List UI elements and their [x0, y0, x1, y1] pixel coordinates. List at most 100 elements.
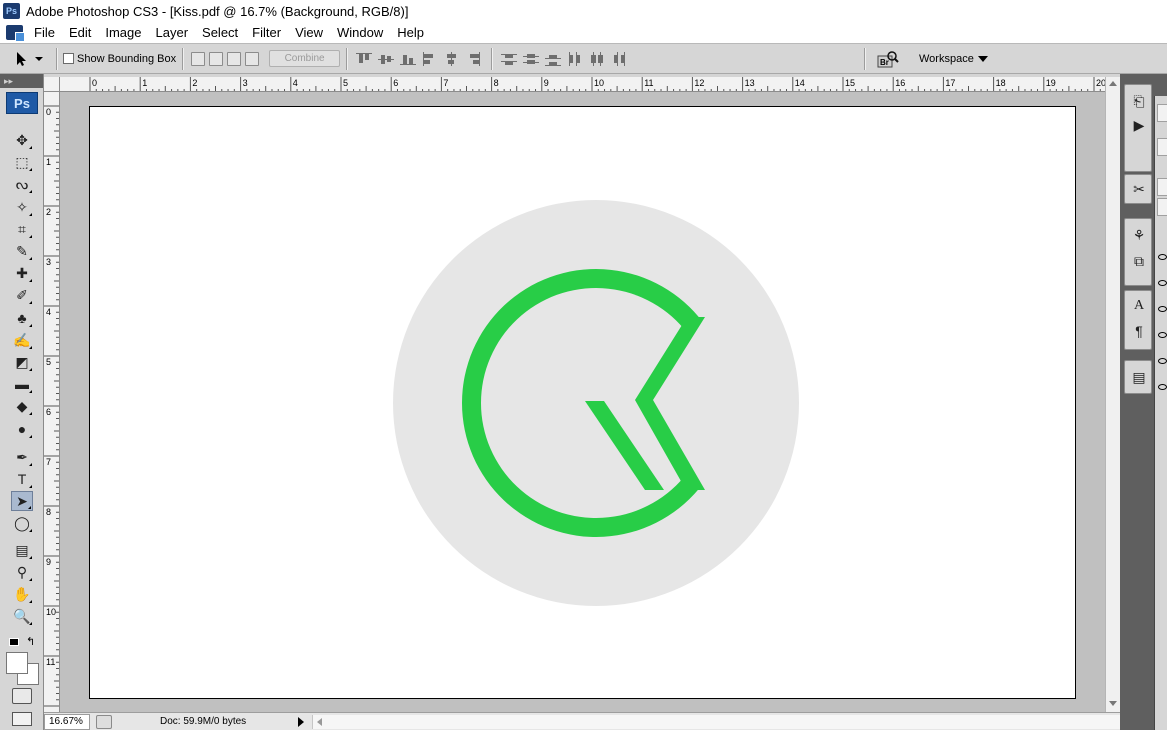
panel-row[interactable]: [1157, 104, 1167, 122]
ruler-origin[interactable]: [44, 77, 60, 92]
paragraph-icon[interactable]: ¶: [1128, 321, 1150, 341]
layer-visibility-eye-icon[interactable]: [1158, 384, 1167, 390]
horizontal-scrollbar[interactable]: [312, 714, 1120, 729]
distribute-top-edges-icon[interactable]: [501, 52, 518, 66]
distribute-horizontal-centers-icon[interactable]: [589, 51, 605, 66]
path-selection-tool-icon[interactable]: ➤: [11, 491, 33, 511]
screen-mode-icon[interactable]: [12, 712, 32, 726]
pen-tool-icon[interactable]: ✒: [11, 447, 33, 467]
move-tool-icon[interactable]: ✥: [11, 130, 33, 150]
ruler-label: 19: [1046, 78, 1056, 88]
canvas-area[interactable]: [60, 92, 1105, 712]
menu-file[interactable]: File: [27, 25, 62, 40]
options-bar: Show Bounding Box Combine Br Workspace: [0, 43, 1167, 74]
lasso-tool-icon[interactable]: ᔓ: [11, 174, 33, 194]
zoom-level-field[interactable]: 16.67%: [44, 713, 90, 730]
layer-comps-icon[interactable]: ⧉: [1128, 251, 1150, 271]
scroll-left-arrow-icon[interactable]: [317, 717, 322, 726]
character-icon[interactable]: A: [1128, 296, 1150, 316]
tool-flyout-indicator: [29, 435, 32, 438]
default-colors-icon[interactable]: [9, 638, 19, 646]
align-top-edges-icon[interactable]: [356, 52, 373, 66]
scroll-down-arrow-icon[interactable]: [1109, 701, 1117, 706]
align-left-edges-icon[interactable]: [422, 51, 438, 66]
subtract-from-shape-area-button[interactable]: [209, 51, 224, 66]
add-to-shape-area-button[interactable]: [191, 51, 206, 66]
ruler-label: 1: [46, 157, 51, 167]
eyedropper-tool-icon[interactable]: ⚲: [11, 562, 33, 582]
marquee-tool-icon[interactable]: ⬚: [11, 152, 33, 172]
layer-visibility-eye-icon[interactable]: [1158, 280, 1167, 286]
healing-brush-tool-icon[interactable]: ✚: [11, 263, 33, 283]
toolbox-grip[interactable]: ▸▸: [0, 74, 43, 88]
distribute-right-edges-icon[interactable]: [611, 51, 627, 66]
align-bottom-edges-icon[interactable]: [400, 52, 417, 66]
document-system-menu-icon[interactable]: [6, 25, 25, 42]
ruler-label: 9: [46, 557, 51, 567]
panel-row[interactable]: [1157, 178, 1167, 196]
distribute-vertical-centers-icon[interactable]: [523, 52, 540, 66]
ellipse-tool-icon[interactable]: ◯: [11, 513, 33, 533]
photoshop-logo[interactable]: Ps: [6, 92, 38, 114]
align-horizontal-centers-icon[interactable]: [444, 51, 460, 66]
layer-visibility-eye-icon[interactable]: [1158, 358, 1167, 364]
document-canvas[interactable]: [89, 106, 1076, 699]
show-bounding-box-option[interactable]: Show Bounding Box: [63, 53, 176, 65]
slice-tool-icon[interactable]: ✎: [11, 241, 33, 261]
notes-tool-icon[interactable]: ▤: [11, 540, 33, 560]
layer-visibility-eye-icon[interactable]: [1158, 306, 1167, 312]
menu-window[interactable]: Window: [330, 25, 390, 40]
menu-filter[interactable]: Filter: [245, 25, 288, 40]
chevron-down-icon: [35, 56, 43, 61]
blur-tool-icon[interactable]: ◆: [11, 396, 33, 416]
clone-source-icon[interactable]: ⚘: [1128, 225, 1150, 245]
vertical-scrollbar[interactable]: [1105, 77, 1120, 712]
tools-presets-icon[interactable]: ✂: [1128, 179, 1150, 199]
clone-stamp-tool-icon[interactable]: ♣: [11, 308, 33, 328]
brush-tool-icon[interactable]: ✐: [11, 285, 33, 305]
info-panel-icon[interactable]: ▤: [1128, 367, 1150, 387]
layer-visibility-eye-icon[interactable]: [1158, 332, 1167, 338]
zoom-tool-icon[interactable]: 🔍: [11, 606, 33, 626]
swap-colors-icon[interactable]: ↰: [26, 635, 35, 648]
layer-visibility-eye-icon[interactable]: [1158, 254, 1167, 260]
type-tool-icon[interactable]: T: [11, 469, 33, 489]
align-vertical-centers-icon[interactable]: [378, 52, 395, 66]
history-brush-tool-icon[interactable]: ✍: [11, 330, 33, 350]
foreground-color-swatch[interactable]: [6, 652, 28, 674]
tool-preset-picker[interactable]: [14, 51, 50, 67]
scroll-up-arrow-icon[interactable]: [1109, 81, 1117, 86]
menu-image[interactable]: Image: [98, 25, 148, 40]
history-icon[interactable]: ⎗: [1128, 91, 1150, 111]
menu-help[interactable]: Help: [390, 25, 431, 40]
panel-row[interactable]: [1157, 198, 1167, 216]
eraser-tool-icon[interactable]: ◩: [11, 352, 33, 372]
menu-view[interactable]: View: [288, 25, 330, 40]
status-menu-arrow-icon[interactable]: [298, 716, 304, 727]
exclude-overlapping-shape-areas-button[interactable]: [245, 51, 260, 66]
bridge-icon[interactable]: Br: [877, 50, 899, 68]
ruler-label: 3: [46, 257, 51, 267]
crop-tool-icon[interactable]: ⌗: [11, 219, 33, 239]
ruler-label: 14: [795, 78, 805, 88]
menu-select[interactable]: Select: [195, 25, 245, 40]
menu-edit[interactable]: Edit: [62, 25, 98, 40]
gradient-tool-icon[interactable]: ▬: [11, 374, 33, 394]
show-bounding-box-checkbox[interactable]: [63, 53, 74, 64]
combine-button[interactable]: Combine: [269, 50, 341, 67]
status-info-icon[interactable]: [96, 714, 112, 729]
hand-tool-icon[interactable]: ✋: [11, 584, 33, 604]
panel-row[interactable]: [1157, 138, 1167, 156]
vertical-ruler: 0 1 2 3 4 5 6 7 8 9 10 11: [44, 92, 60, 712]
magic-wand-tool-icon[interactable]: ✧: [11, 197, 33, 217]
distribute-left-edges-icon[interactable]: [567, 51, 583, 66]
workspace-menu[interactable]: Workspace: [919, 53, 988, 65]
dodge-tool-icon[interactable]: ●: [11, 419, 33, 439]
quick-mask-icon[interactable]: [12, 688, 32, 704]
align-right-edges-icon[interactable]: [466, 51, 482, 66]
intersect-shape-areas-button[interactable]: [227, 51, 242, 66]
actions-icon[interactable]: ▶: [1128, 115, 1150, 135]
menu-layer[interactable]: Layer: [149, 25, 196, 40]
ruler-label: 20: [1096, 78, 1105, 88]
distribute-bottom-edges-icon[interactable]: [545, 52, 562, 66]
